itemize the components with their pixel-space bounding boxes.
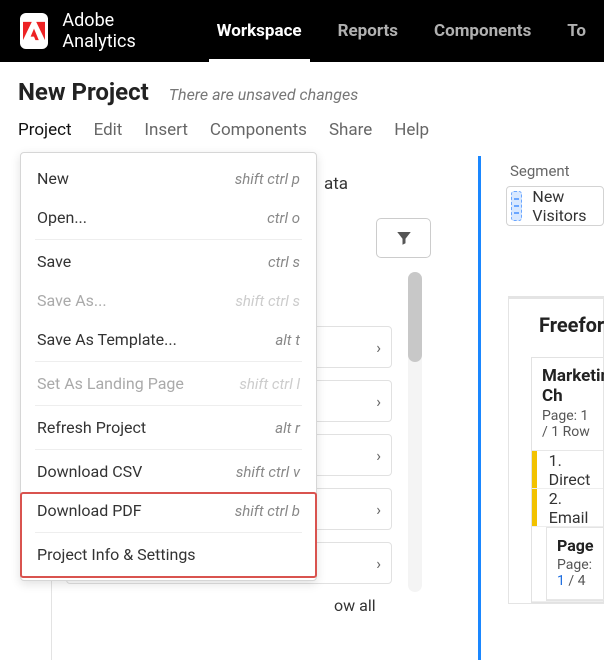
show-all-link[interactable]: ow all xyxy=(334,596,376,615)
menu-help[interactable]: Help xyxy=(394,120,429,140)
project-header: New Project There are unsaved changes Pr… xyxy=(0,62,604,142)
segment-label: Segment xyxy=(510,162,604,180)
freeform-title[interactable]: Freeforn xyxy=(539,313,604,337)
menu-item-save[interactable]: Savectrl s xyxy=(21,242,316,281)
menu-item-open[interactable]: Open...ctrl o xyxy=(21,198,316,237)
menu-components[interactable]: Components xyxy=(210,120,307,140)
menu-item-download-csv[interactable]: Download CSVshift ctrl v xyxy=(21,452,316,491)
panel-divider xyxy=(478,156,481,660)
table-row[interactable]: 1. Direct xyxy=(532,451,603,489)
scrollbar[interactable] xyxy=(408,272,422,592)
drag-handle-icon[interactable] xyxy=(511,191,522,221)
unsaved-changes-label: There are unsaved changes xyxy=(169,85,358,104)
menu-item-save-as: Save As...shift ctrl s xyxy=(21,281,316,320)
chevron-right-icon: › xyxy=(376,338,381,357)
chevron-right-icon: › xyxy=(376,500,381,519)
menu-project[interactable]: Project xyxy=(18,120,72,140)
brand-name: Adobe Analytics xyxy=(62,10,164,52)
project-menu-dropdown: Newshift ctrl pOpen...ctrl oSavectrl sSa… xyxy=(20,152,317,581)
chevron-right-icon: › xyxy=(376,392,381,411)
top-nav-bar: Adobe Analytics Workspace Reports Compon… xyxy=(0,0,604,62)
menu-item-project-info-settings[interactable]: Project Info & Settings xyxy=(21,535,316,574)
menu-item-refresh-project[interactable]: Refresh Projectalt r xyxy=(21,408,316,447)
filter-button[interactable] xyxy=(376,218,431,258)
menu-item-save-as-template[interactable]: Save As Template...alt t xyxy=(21,320,316,359)
menu-item-download-pdf[interactable]: Download PDFshift ctrl b xyxy=(21,491,316,530)
menu-share[interactable]: Share xyxy=(329,120,372,140)
freeform-panel: Freeforn Marketing Ch Page: 1 / 1 Row 1.… xyxy=(508,296,604,604)
nested-column-header[interactable]: Page Page: 1 / 4 xyxy=(547,528,604,600)
nav-components[interactable]: Components xyxy=(416,0,549,62)
segment-pill[interactable]: New Visitors xyxy=(506,186,604,226)
project-title[interactable]: New Project xyxy=(18,78,149,106)
nav-workspace[interactable]: Workspace xyxy=(199,0,320,62)
partial-text: ata xyxy=(324,174,348,194)
table-row: Page Page: 1 / 4 xyxy=(532,527,603,602)
menu-insert[interactable]: Insert xyxy=(144,120,188,140)
menu-item-new[interactable]: Newshift ctrl p xyxy=(21,159,316,198)
chevron-right-icon: › xyxy=(376,446,381,465)
chevron-right-icon: › xyxy=(376,554,381,573)
nav-reports[interactable]: Reports xyxy=(320,0,416,62)
freeform-table: Marketing Ch Page: 1 / 1 Row 1. Direct 2… xyxy=(531,357,603,603)
menu-edit[interactable]: Edit xyxy=(94,120,123,140)
table-row[interactable]: 2. Email xyxy=(532,489,603,527)
menu-item-set-as-landing-page: Set As Landing Pageshift ctrl l xyxy=(21,364,316,403)
scrollbar-thumb[interactable] xyxy=(408,272,422,362)
nav-tools[interactable]: To xyxy=(549,0,604,62)
page-link[interactable]: 1 xyxy=(557,573,565,589)
column-header[interactable]: Marketing Ch Page: 1 / 1 Row xyxy=(532,358,603,451)
adobe-logo xyxy=(20,13,48,49)
segment-value: New Visitors xyxy=(532,187,603,225)
menu-bar: Project Edit Insert Components Share Hel… xyxy=(18,116,586,140)
funnel-icon xyxy=(395,229,413,247)
